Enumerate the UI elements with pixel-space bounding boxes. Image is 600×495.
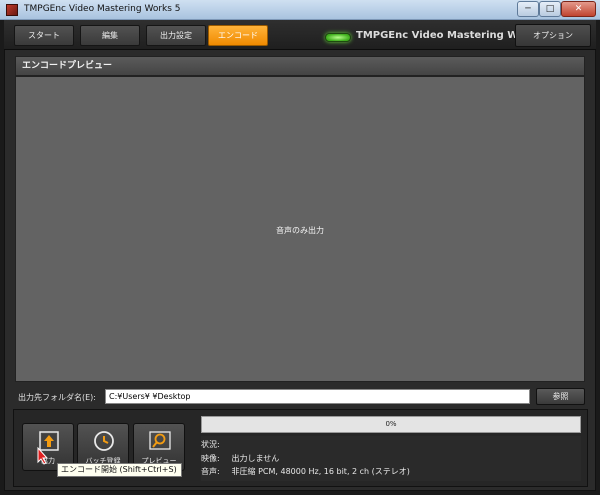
encode-start-tooltip: エンコード開始 (Shift+Ctrl+S) [57,463,182,477]
output-folder-label: 出力先フォルダ名(E): [18,393,96,402]
mouse-pointer-icon [37,447,49,465]
video-key: 映像: [201,454,220,463]
clock-icon [94,431,114,451]
audio-row: 音声: 非圧縮 PCM, 48000 Hz, 16 bit, 2 ch (ステレ… [201,466,410,477]
encode-status-area: 状況: 映像: 出力しません 音声: 非圧縮 PCM, 48000 Hz, 16… [201,436,581,481]
window-title: TMPGEnc Video Mastering Works 5 [24,4,181,14]
minimize-button[interactable]: ─ [517,1,539,17]
browse-button[interactable]: 参照 [536,388,585,405]
maximize-button[interactable]: □ [539,1,561,17]
close-button[interactable]: ✕ [561,1,596,17]
video-value: 出力しません [231,454,280,463]
audio-key: 音声: [201,467,220,476]
encode-preview-area: 音声のみ出力 [15,76,585,382]
tab-encode[interactable]: エンコード [208,25,268,46]
encode-progress-bar: 0% [201,416,581,433]
top-navigation-bar: スタート 編集 出力設定 エンコード TMPGEnc Video Masteri… [4,20,596,50]
audio-value: 非圧縮 PCM, 48000 Hz, 16 bit, 2 ch (ステレオ) [231,467,410,476]
video-row: 映像: 出力しません [201,453,279,464]
output-folder-input[interactable]: C:¥Users¥ ¥Desktop [105,389,530,404]
status-key: 状況: [201,440,220,449]
window-titlebar: TMPGEnc Video Mastering Works 5 ─ □ ✕ [0,0,600,20]
encode-preview-header: エンコードプレビュー [15,56,585,76]
app-icon [6,4,18,16]
preview-message: 音声のみ出力 [276,226,324,235]
options-button[interactable]: オプション [515,24,591,47]
tab-start[interactable]: スタート [14,25,74,46]
magnifier-icon [149,431,171,450]
status-row: 状況: [201,439,229,450]
tab-edit[interactable]: 編集 [80,25,140,46]
status-led-icon [325,33,351,42]
tab-output-settings[interactable]: 出力設定 [146,25,206,46]
